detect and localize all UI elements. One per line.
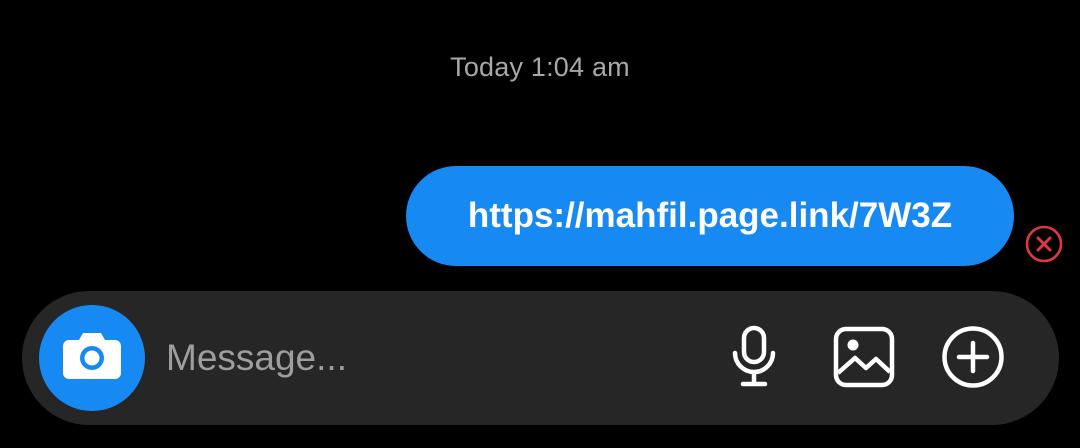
chat-screen: Today 1:04 am https://mahfil.page.link/7… [0,0,1080,448]
message-link-text[interactable]: https://mahfil.page.link/7W3Z [468,196,952,236]
camera-button[interactable] [39,305,145,411]
gallery-image-icon [833,326,895,393]
message-timestamp: Today 1:04 am [450,52,630,82]
camera-icon [61,331,123,386]
message-input[interactable] [166,327,686,389]
error-x-circle-icon[interactable] [1024,224,1064,264]
voice-message-button[interactable] [722,325,786,394]
outgoing-message-bubble[interactable]: https://mahfil.page.link/7W3Z [406,166,1014,266]
microphone-icon [730,325,778,394]
message-composer [22,291,1059,425]
more-options-button[interactable] [941,325,1005,394]
plus-circle-icon [941,325,1005,394]
gallery-button[interactable] [832,326,896,393]
